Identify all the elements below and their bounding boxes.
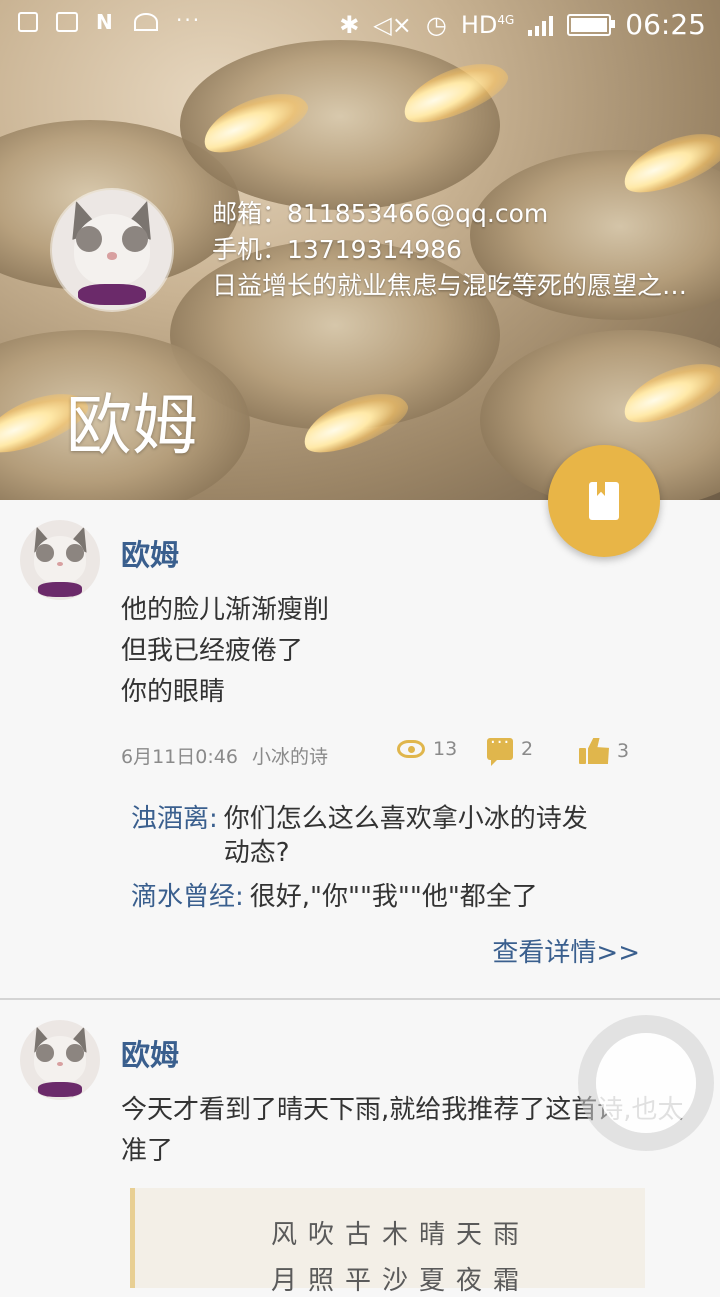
post-line: 你的眼睛 bbox=[121, 677, 226, 707]
likes-count: 3 bbox=[617, 740, 630, 762]
post-card[interactable]: 欧姆 今天才看到了晴天下雨,就给我推荐了这首诗,也太准了 风吹古木晴天雨 月照平… bbox=[0, 1000, 720, 1296]
view-details-link[interactable]: 查看详情>> bbox=[492, 932, 640, 969]
comment-list: 浊酒离: 你们怎么这么喜欢拿小冰的诗发动态? 滴水曾经: 很好,"你""我""他… bbox=[131, 802, 611, 924]
comments-button[interactable]: 2 bbox=[487, 732, 534, 766]
comment-icon bbox=[487, 732, 513, 766]
battery-icon bbox=[567, 13, 616, 36]
floating-scroll-button[interactable] bbox=[596, 1033, 696, 1133]
avatar[interactable] bbox=[20, 1020, 100, 1100]
write-post-button[interactable] bbox=[548, 445, 660, 557]
network-label: HD4G bbox=[460, 10, 515, 39]
profile-info: 邮箱：811853466@qq.com 手机：13719314986 日益增长的… bbox=[212, 196, 704, 304]
like-button[interactable]: 3 bbox=[579, 738, 629, 764]
commenter-name[interactable]: 滴水曾经: bbox=[131, 880, 244, 914]
nfc-icon: N bbox=[96, 10, 113, 34]
post-content: 他的脸儿渐渐瘦削 但我已经疲倦了 你的眼睛 bbox=[121, 590, 329, 713]
poem-quote[interactable]: 风吹古木晴天雨 月照平沙夏夜霜 bbox=[130, 1188, 645, 1296]
avatar[interactable] bbox=[20, 520, 100, 600]
post-line: 但我已经疲倦了 bbox=[121, 636, 304, 666]
post-meta: 6月11日0:46 小冰的诗 13 2 3 bbox=[121, 732, 701, 772]
comment-text: 你们怎么这么喜欢拿小冰的诗发动态? bbox=[223, 804, 588, 868]
mute-icon: ◁× bbox=[373, 10, 412, 39]
post-date: 6月11日0:46 bbox=[121, 746, 238, 768]
bluetooth-icon: ✱ bbox=[339, 10, 360, 39]
comment-text: 很好,"你""我""他"都全了 bbox=[249, 882, 538, 912]
profile-name: 欧姆 bbox=[66, 387, 198, 464]
profile-bio: 日益增长的就业焦虑与混吃等死的愿望之间的矛盾 bbox=[212, 271, 704, 300]
comments-count: 2 bbox=[521, 738, 534, 760]
status-bar: N ··· ✱ ◁× ◷ HD4G 06:25 bbox=[0, 0, 720, 52]
image-icon bbox=[18, 12, 38, 32]
post-author[interactable]: 欧姆 bbox=[121, 1032, 179, 1074]
cat-avatar-image bbox=[52, 190, 172, 310]
profile-phone: 手机：13719314986 bbox=[212, 235, 462, 264]
post-card[interactable]: 欧姆 他的脸儿渐渐瘦削 但我已经疲倦了 你的眼睛 6月11日0:46 小冰的诗 … bbox=[0, 500, 720, 1000]
post-source[interactable]: 小冰的诗 bbox=[252, 742, 328, 769]
signal-icon bbox=[528, 14, 554, 36]
views-stat: 13 bbox=[397, 738, 457, 760]
profile-avatar[interactable] bbox=[52, 190, 172, 310]
comment-item: 浊酒离: 你们怎么这么喜欢拿小冰的诗发动态? bbox=[131, 802, 611, 870]
commenter-name[interactable]: 浊酒离: bbox=[131, 802, 218, 870]
profile-email: 邮箱：811853466@qq.com bbox=[212, 199, 549, 228]
book-icon bbox=[589, 482, 619, 520]
cat-avatar-image bbox=[20, 520, 100, 600]
eye-icon bbox=[397, 740, 425, 758]
poem-line: 风吹古木晴天雨 bbox=[271, 1220, 531, 1250]
comment-item: 滴水曾经: 很好,"你""我""他"都全了 bbox=[131, 880, 611, 914]
post-author[interactable]: 欧姆 bbox=[121, 532, 179, 574]
profile-header: N ··· ✱ ◁× ◷ HD4G 06:25 邮箱：811853466@qq.… bbox=[0, 0, 720, 500]
cat-avatar-image bbox=[20, 1020, 100, 1100]
more-icon: ··· bbox=[176, 8, 202, 32]
post-line: 他的脸儿渐渐瘦削 bbox=[121, 595, 330, 625]
video-icon bbox=[56, 12, 78, 32]
clock: 06:25 bbox=[625, 8, 706, 41]
alarm-icon: ◷ bbox=[425, 10, 447, 39]
poem-line: 月照平沙夏夜霜 bbox=[271, 1266, 531, 1296]
hotspot-icon bbox=[134, 13, 158, 31]
views-count: 13 bbox=[433, 738, 458, 760]
thumbs-up-icon bbox=[579, 738, 609, 764]
